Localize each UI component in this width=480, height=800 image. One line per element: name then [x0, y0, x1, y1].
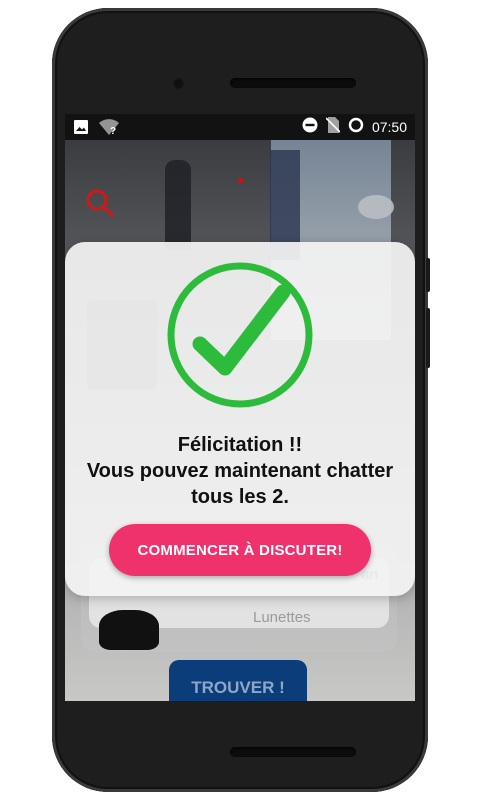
do-not-disturb-icon: [302, 117, 318, 136]
dialog-title: Félicitation !!: [177, 434, 303, 456]
wifi-question-icon: ?: [99, 118, 119, 141]
search-icon[interactable]: [85, 188, 115, 223]
background-card-text: Lunettes: [253, 609, 311, 626]
clock: 07:50: [371, 118, 407, 135]
background-silhouette: [99, 610, 159, 650]
recording-dot-icon: [238, 178, 243, 183]
earpiece-speaker: [230, 78, 356, 88]
dialog-text-line: tous les 2.: [191, 486, 289, 508]
status-bar: ? 07:50: [65, 114, 415, 140]
screen: ? 07:50 an Lunettes: [65, 114, 415, 701]
start-chat-button[interactable]: COMMENCER À DISCUTER!: [109, 524, 371, 576]
front-camera: [172, 77, 185, 90]
power-button: [426, 258, 430, 292]
dialog-message: Félicitation !! Vous pouvez maintenant c…: [65, 432, 415, 510]
dialog-text-line: Vous pouvez maintenant chatter: [86, 460, 394, 482]
svg-text:?: ?: [110, 126, 116, 136]
volume-button: [426, 308, 430, 368]
camera-background: [165, 160, 191, 250]
battery-saver-icon: [348, 117, 364, 136]
success-dialog: Félicitation !! Vous pouvez maintenant c…: [65, 242, 415, 596]
no-sim-icon: [325, 117, 341, 136]
find-button[interactable]: TROUVER !: [169, 660, 307, 701]
image-icon: [73, 119, 89, 140]
bottom-speaker: [230, 747, 356, 757]
check-circle-icon: [165, 260, 315, 410]
chat-bubble-icon[interactable]: [358, 195, 394, 219]
